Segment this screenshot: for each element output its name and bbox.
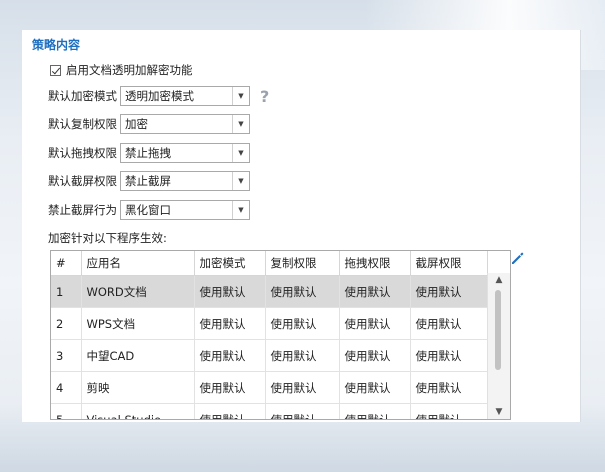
scroll-thumb[interactable] bbox=[495, 290, 501, 370]
drag-permission-select[interactable]: 禁止拖拽 ▼ bbox=[120, 143, 250, 163]
cell-index: 3 bbox=[51, 339, 82, 372]
cell-copy-permission: 使用默认 bbox=[265, 403, 340, 419]
table-caption: 加密针对以下程序生效: bbox=[48, 231, 167, 245]
cell-encrypt-mode: 使用默认 bbox=[194, 403, 266, 419]
col-header-screenshot-permission[interactable]: 截屏权限 bbox=[410, 251, 489, 276]
col-header-copy-permission[interactable]: 复制权限 bbox=[265, 251, 340, 276]
program-table[interactable]: # 应用名 加密模式 复制权限 拖拽权限 截屏权限 1 WORD文档 使用默认 … bbox=[50, 250, 511, 420]
field-label: 默认复制权限 bbox=[48, 117, 117, 131]
header-corner bbox=[487, 251, 510, 274]
cell-copy-permission: 使用默认 bbox=[265, 275, 340, 308]
select-value: 黑化窗口 bbox=[125, 203, 171, 217]
vertical-scrollbar[interactable]: ▲ ▼ bbox=[487, 273, 510, 419]
policy-panel: 策略内容 启用文档透明加解密功能 默认加密模式 透明加密模式 ▼ ? 默认复制权… bbox=[22, 30, 581, 422]
cell-copy-permission: 使用默认 bbox=[265, 371, 340, 404]
field-drag-permission: 默认拖拽权限 禁止拖拽 ▼ bbox=[48, 143, 250, 163]
cell-screenshot-permission: 使用默认 bbox=[410, 275, 489, 308]
chevron-down-icon[interactable]: ▼ bbox=[488, 407, 510, 417]
cell-drag-permission: 使用默认 bbox=[339, 403, 411, 419]
cell-copy-permission: 使用默认 bbox=[265, 307, 340, 340]
enable-encryption-checkbox[interactable]: 启用文档透明加解密功能 bbox=[50, 62, 193, 78]
field-encrypt-mode: 默认加密模式 透明加密模式 ▼ ? bbox=[48, 86, 269, 106]
field-copy-permission: 默认复制权限 加密 ▼ bbox=[48, 114, 250, 134]
cell-index: 2 bbox=[51, 307, 82, 340]
cell-drag-permission: 使用默认 bbox=[339, 371, 411, 404]
cell-copy-permission: 使用默认 bbox=[265, 339, 340, 372]
cell-screenshot-permission: 使用默认 bbox=[410, 371, 489, 404]
table-row[interactable]: 1 WORD文档 使用默认 使用默认 使用默认 使用默认 bbox=[51, 275, 489, 308]
table-row[interactable]: 3 中望CAD 使用默认 使用默认 使用默认 使用默认 bbox=[51, 339, 489, 372]
cell-screenshot-permission: 使用默认 bbox=[410, 403, 489, 419]
cell-screenshot-permission: 使用默认 bbox=[410, 307, 489, 340]
screenshot-permission-select[interactable]: 禁止截屏 ▼ bbox=[120, 171, 250, 191]
table-header-row: # 应用名 加密模式 复制权限 拖拽权限 截屏权限 bbox=[51, 251, 489, 276]
pencil-icon[interactable] bbox=[509, 250, 525, 266]
select-value: 禁止拖拽 bbox=[125, 146, 171, 160]
select-value: 禁止截屏 bbox=[125, 174, 171, 188]
checkbox-label: 启用文档透明加解密功能 bbox=[66, 63, 193, 77]
field-screenshot-permission: 默认截屏权限 禁止截屏 ▼ bbox=[48, 171, 250, 191]
question-icon[interactable]: ? bbox=[260, 87, 269, 106]
chevron-down-icon[interactable]: ▼ bbox=[232, 115, 249, 133]
cell-app-name: WORD文档 bbox=[81, 275, 195, 308]
cell-drag-permission: 使用默认 bbox=[339, 339, 411, 372]
chevron-down-icon[interactable]: ▼ bbox=[232, 201, 249, 219]
table-row[interactable]: 4 剪映 使用默认 使用默认 使用默认 使用默认 bbox=[51, 371, 489, 404]
cell-screenshot-permission: 使用默认 bbox=[410, 339, 489, 372]
table-row[interactable]: 2 WPS文档 使用默认 使用默认 使用默认 使用默认 bbox=[51, 307, 489, 340]
cell-encrypt-mode: 使用默认 bbox=[194, 275, 266, 308]
chevron-up-icon[interactable]: ▲ bbox=[488, 275, 510, 285]
chevron-down-icon[interactable]: ▼ bbox=[232, 172, 249, 190]
cell-app-name: Visual Studio bbox=[81, 403, 195, 419]
select-value: 透明加密模式 bbox=[125, 89, 194, 103]
screenshot-behavior-select[interactable]: 黑化窗口 ▼ bbox=[120, 200, 250, 220]
field-label: 默认加密模式 bbox=[48, 89, 117, 103]
select-value: 加密 bbox=[125, 117, 148, 131]
cell-index: 4 bbox=[51, 371, 82, 404]
cell-drag-permission: 使用默认 bbox=[339, 307, 411, 340]
col-header-index[interactable]: # bbox=[51, 251, 82, 276]
cell-index: 5 bbox=[51, 403, 82, 419]
field-label: 默认截屏权限 bbox=[48, 174, 117, 188]
encrypt-mode-select[interactable]: 透明加密模式 ▼ bbox=[120, 86, 250, 106]
col-header-drag-permission[interactable]: 拖拽权限 bbox=[339, 251, 411, 276]
cell-drag-permission: 使用默认 bbox=[339, 275, 411, 308]
table-row[interactable]: 5 Visual Studio 使用默认 使用默认 使用默认 使用默认 bbox=[51, 403, 489, 419]
checkbox-box[interactable] bbox=[50, 64, 61, 76]
cell-index: 1 bbox=[51, 275, 82, 308]
section-title: 策略内容 bbox=[32, 38, 81, 52]
cell-encrypt-mode: 使用默认 bbox=[194, 371, 266, 404]
cell-encrypt-mode: 使用默认 bbox=[194, 339, 266, 372]
field-label: 默认拖拽权限 bbox=[48, 146, 117, 160]
col-header-app-name[interactable]: 应用名 bbox=[81, 251, 195, 276]
field-screenshot-behavior: 禁止截屏行为 黑化窗口 ▼ bbox=[48, 200, 250, 220]
field-label: 禁止截屏行为 bbox=[48, 203, 117, 217]
copy-permission-select[interactable]: 加密 ▼ bbox=[120, 114, 250, 134]
cell-app-name: 剪映 bbox=[81, 371, 195, 404]
cell-app-name: WPS文档 bbox=[81, 307, 195, 340]
chevron-down-icon[interactable]: ▼ bbox=[232, 144, 249, 162]
cell-app-name: 中望CAD bbox=[81, 339, 195, 372]
col-header-encrypt-mode[interactable]: 加密模式 bbox=[194, 251, 266, 276]
cell-encrypt-mode: 使用默认 bbox=[194, 307, 266, 340]
chevron-down-icon[interactable]: ▼ bbox=[232, 87, 249, 105]
